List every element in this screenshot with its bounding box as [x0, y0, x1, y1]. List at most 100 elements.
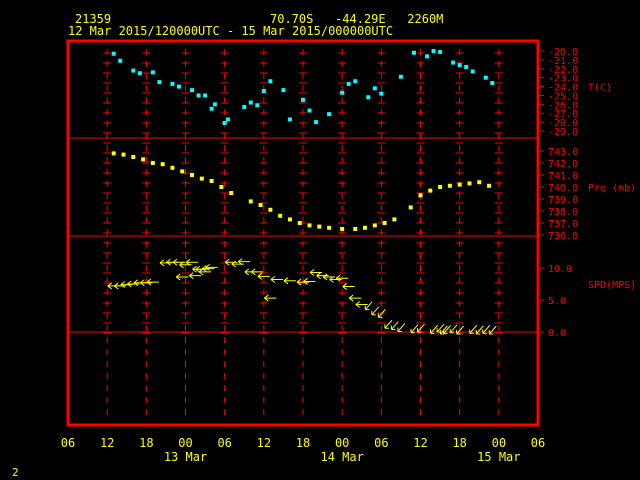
wind-arrow [270, 276, 283, 283]
pressure-point [447, 183, 452, 188]
meteogram-chart: 06 12 18 00 06 12 18 00 06 12 18 00 06 13 Mar 14 Mar 15… [61, 39, 636, 464]
pressure-point [353, 227, 358, 231]
time-range: 12 Mar 2015/120000UTC - 15 Mar 2015/0000… [68, 24, 394, 38]
temperature-point [150, 70, 155, 75]
temperature-point [268, 79, 273, 84]
temperature-point [431, 49, 436, 53]
temperature-point [327, 112, 332, 117]
temperature-point [457, 63, 462, 68]
y-tick-label: 743.0 [548, 147, 578, 158]
pressure-point [287, 217, 292, 222]
pressure-point [372, 223, 377, 228]
pressure-point [408, 205, 413, 210]
temperature-point [307, 108, 312, 113]
x-tick-label: 12 [257, 436, 271, 450]
pressure-point [457, 182, 462, 187]
temperature-point [346, 81, 351, 86]
temperature-point [111, 51, 116, 56]
y-tick-label: 10.0 [548, 264, 572, 275]
temperature-point [438, 49, 443, 54]
date-label: 14 Mar [320, 450, 363, 464]
temperature-point [287, 117, 292, 122]
temperature-point [366, 95, 371, 100]
pressure-point [477, 180, 482, 185]
x-tick-label: 00 [492, 436, 506, 450]
x-tick-label: 00 [335, 436, 349, 450]
wind-point [175, 273, 189, 281]
pressure-point [487, 183, 492, 188]
y-tick-label: 737.0 [548, 219, 578, 230]
temperature-point [398, 74, 403, 79]
temperature-point [261, 89, 266, 93]
panel-label-pressure: Pre (mb) [588, 183, 636, 194]
y-tick-label: 736.0 [548, 231, 578, 242]
wind-point [355, 301, 368, 308]
pressure-point [428, 188, 433, 193]
wind-arrow [202, 265, 215, 273]
temperature-point [353, 79, 358, 84]
pressure-point [438, 185, 443, 189]
wind-point [264, 294, 277, 302]
panel-label-wind: SPD(MPS) [588, 280, 636, 291]
pressure-point [467, 181, 472, 186]
pressure-point [278, 213, 283, 218]
pressure-point [131, 155, 136, 159]
temperature-point [131, 68, 136, 73]
wind-point [342, 283, 355, 290]
wind-point [384, 319, 393, 329]
x-tick-label: 00 [178, 436, 192, 450]
x-tick-label: 06 [531, 436, 545, 450]
date-label: 15 Mar [477, 450, 520, 464]
temperature-point [222, 121, 227, 125]
temperature-point [248, 100, 253, 105]
wind-arrow [390, 321, 399, 331]
pressure-point [150, 161, 155, 165]
temperature-point [372, 86, 377, 91]
wind-arrow [371, 306, 380, 316]
pressure-point [307, 223, 312, 228]
wind-point [283, 277, 296, 285]
wind-point [146, 278, 159, 286]
wind-arrow [146, 278, 159, 286]
y-tick-label: -29.0 [548, 127, 578, 138]
temperature-point [255, 103, 260, 108]
temperature-point [411, 50, 416, 55]
wind-point [188, 272, 202, 280]
x-tick-label: 18 [452, 436, 466, 450]
temperature-point [242, 105, 247, 109]
pressure-point [268, 207, 273, 212]
pressure-point [199, 176, 204, 181]
x-tick-label: 06 [374, 436, 388, 450]
wind-point [126, 280, 140, 288]
x-tick-label: 12 [100, 436, 114, 450]
pressure-point [317, 224, 322, 229]
wind-arrow [303, 278, 316, 285]
wind-arrow [364, 301, 373, 311]
pressure-point [180, 169, 185, 174]
wind-arrow [283, 277, 296, 285]
pressure-point [382, 221, 387, 225]
wind-arrow [126, 280, 140, 288]
pressure-point [248, 199, 253, 204]
date-label: 13 Mar [164, 450, 207, 464]
pressure-point [340, 227, 345, 231]
temperature-point [451, 60, 456, 65]
temperature-point [118, 58, 123, 63]
wind-arrow [188, 272, 202, 280]
temperature-point [157, 80, 162, 85]
wind-arrow [316, 272, 329, 280]
x-tick-label: 06 [217, 436, 231, 450]
wind-point [364, 301, 373, 311]
x-tick-label: 12 [413, 436, 427, 450]
pressure-point [258, 203, 263, 207]
y-tick-label: 5.0 [548, 296, 566, 307]
x-tick-label: 06 [61, 436, 75, 450]
wind-arrow [355, 301, 368, 308]
temperature-point [281, 88, 286, 93]
pressure-point [190, 173, 195, 177]
temperature-point [301, 97, 305, 102]
temperature-point [137, 71, 142, 76]
y-tick-label: 739.0 [548, 195, 578, 206]
wind-point [348, 294, 362, 302]
pressure-point [418, 193, 423, 198]
